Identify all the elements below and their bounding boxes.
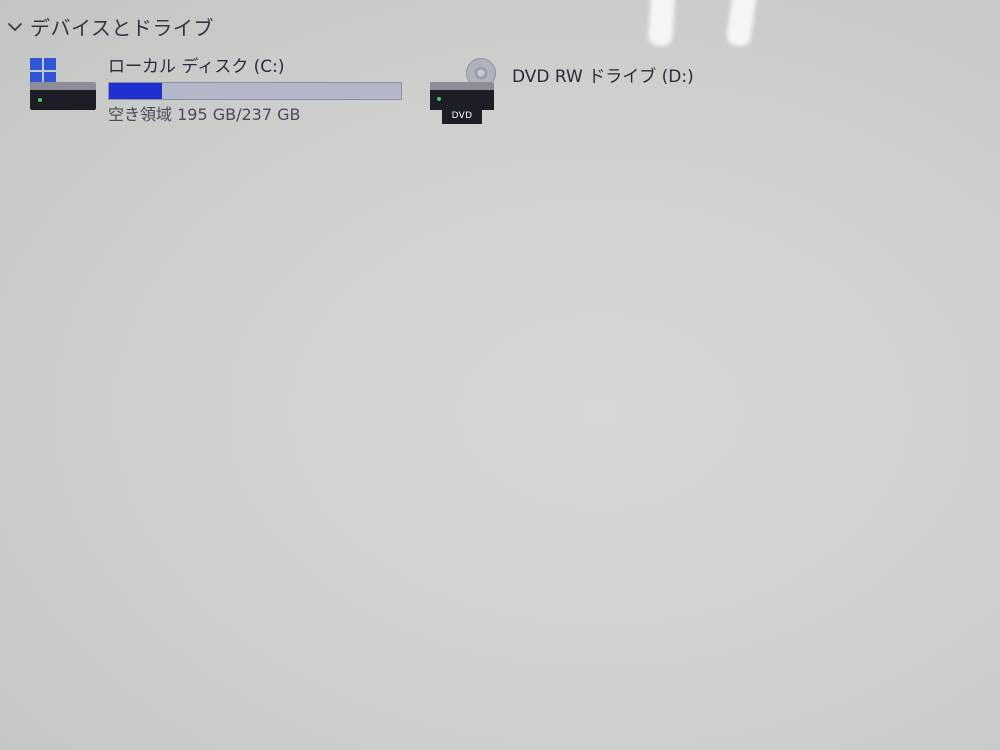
disk-usage-bar xyxy=(108,82,402,100)
dvd-badge: DVD xyxy=(442,108,482,124)
screen-glare xyxy=(647,0,677,47)
drive-item-d[interactable]: DVD DVD RW ドライブ (D:) xyxy=(426,58,694,124)
screen-glare xyxy=(725,0,759,48)
disk-usage-fill xyxy=(109,83,162,99)
drive-name: ローカル ディスク (C:) xyxy=(108,57,285,77)
dvd-drive-icon: DVD xyxy=(426,58,502,124)
free-space-text: 空き領域 195 GB/237 GB xyxy=(108,105,301,124)
chevron-down-icon xyxy=(8,22,22,31)
section-title: デバイスとドライブ xyxy=(30,16,214,40)
windows-logo-icon xyxy=(30,58,57,85)
drive-item-c[interactable]: ローカル ディスク (C:) 空き領域 195 GB/237 GB xyxy=(26,56,402,126)
drive-name: DVD RW ドライブ (D:) xyxy=(512,67,694,87)
windows-hdd-icon xyxy=(26,56,102,120)
devices-and-drives-header[interactable]: デバイスとドライブ xyxy=(6,12,214,41)
